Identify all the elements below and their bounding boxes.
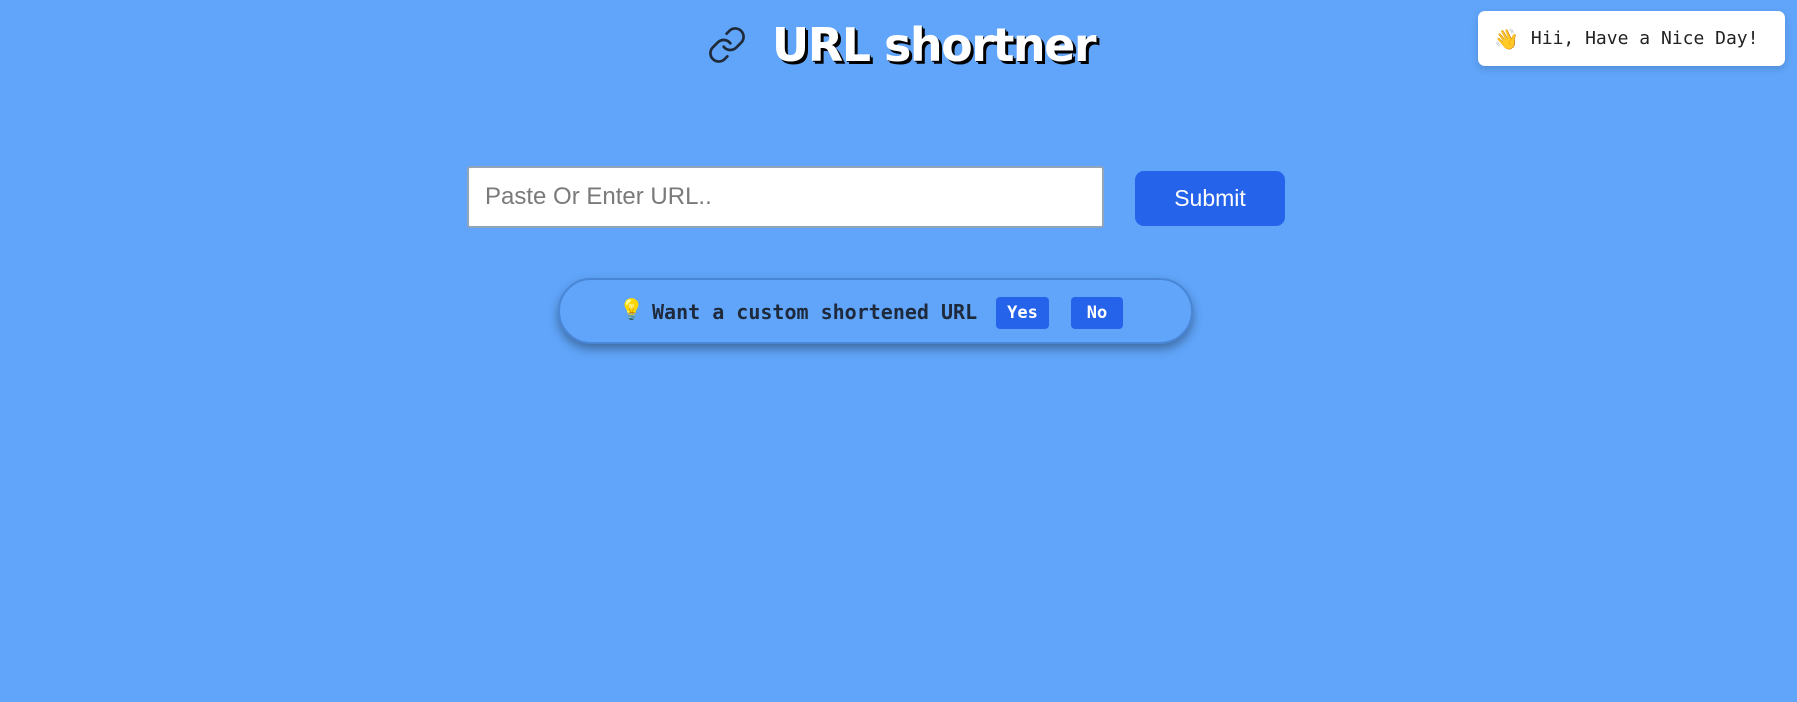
- custom-url-question: Want a custom shortened URL: [652, 300, 978, 324]
- page-title: URL shortner: [771, 18, 1097, 72]
- page: URL shortner 👋 Hii, Have a Nice Day! Sub…: [0, 0, 1797, 702]
- submit-button[interactable]: Submit: [1135, 171, 1285, 226]
- custom-url-prompt: 💡 Want a custom shortened URL Yes No: [558, 278, 1193, 344]
- greeting-text: Hii, Have a Nice Day!: [1530, 28, 1759, 49]
- no-button[interactable]: No: [1071, 297, 1123, 329]
- lightbulb-icon: 💡: [619, 297, 644, 321]
- waving-hand-icon: 👋: [1494, 26, 1519, 51]
- greeting-toast: 👋 Hii, Have a Nice Day!: [1478, 11, 1785, 66]
- yes-button[interactable]: Yes: [996, 297, 1049, 329]
- link-icon: [702, 20, 752, 70]
- url-input[interactable]: [467, 166, 1104, 228]
